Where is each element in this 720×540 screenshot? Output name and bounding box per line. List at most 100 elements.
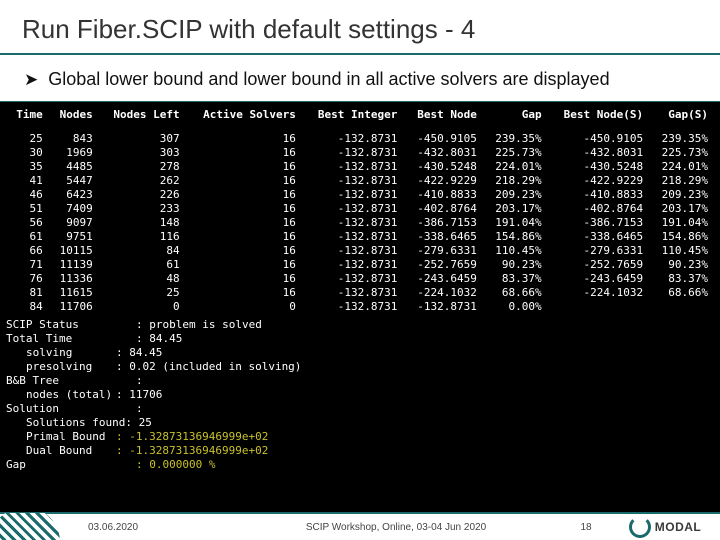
table-cell: 16: [186, 272, 302, 286]
table-cell: 0: [186, 300, 302, 314]
table-cell: -430.5248: [548, 160, 650, 174]
status-line: Primal Bound: -1.32873136946999e+02: [6, 430, 714, 444]
table-cell: 116: [99, 230, 186, 244]
col-header: Time: [6, 106, 49, 132]
table-row: 81116152516-132.8731-224.103268.66%-224.…: [6, 286, 714, 300]
col-header: Gap(S): [649, 106, 714, 132]
table-cell: 61: [6, 230, 49, 244]
status-value: : -1.32873136946999e+02: [116, 430, 268, 444]
status-line: solving: 84.45: [6, 346, 714, 360]
table-cell: 0.00%: [483, 300, 548, 314]
table-cell: 9751: [49, 230, 99, 244]
table-cell: 110.45%: [483, 244, 548, 258]
table-cell: 35: [6, 160, 49, 174]
table-cell: -132.8731: [302, 146, 404, 160]
table-row: 71111396116-132.8731-252.765990.23%-252.…: [6, 258, 714, 272]
table-cell: 76: [6, 272, 49, 286]
bullet-text: Global lower bound and lower bound in al…: [48, 69, 609, 90]
table-cell: 11336: [49, 272, 99, 286]
table-cell: 203.17%: [483, 202, 548, 216]
status-value: :: [136, 374, 143, 388]
table-cell: 191.04%: [649, 216, 714, 230]
table-cell: -224.1032: [548, 286, 650, 300]
table-cell: 90.23%: [483, 258, 548, 272]
table-cell: -410.8833: [548, 188, 650, 202]
table-cell: 10115: [49, 244, 99, 258]
table-cell: -243.6459: [548, 272, 650, 286]
col-header: Best Node(S): [548, 106, 650, 132]
status-key: SCIP Status: [6, 318, 136, 332]
table-cell: 61: [99, 258, 186, 272]
table-cell: -132.8731: [302, 174, 404, 188]
table-cell: -338.6465: [548, 230, 650, 244]
table-cell: 16: [186, 286, 302, 300]
table-cell: -132.8731: [403, 300, 482, 314]
status-line: presolving: 0.02 (included in solving): [6, 360, 714, 374]
table-cell: 154.86%: [483, 230, 548, 244]
logo-text: MODAL: [655, 520, 702, 534]
table-cell: 83.37%: [649, 272, 714, 286]
status-key: Dual Bound: [6, 444, 116, 458]
footer: 03.06.2020 SCIP Workshop, Online, 03-04 …: [0, 512, 720, 540]
table-cell: 48: [99, 272, 186, 286]
table-cell: 224.01%: [483, 160, 548, 174]
table-cell: 11139: [49, 258, 99, 272]
table-cell: 1969: [49, 146, 99, 160]
table-cell: 843: [49, 132, 99, 146]
status-value: : 0.02 (included in solving): [116, 360, 301, 374]
table-cell: 90.23%: [649, 258, 714, 272]
table-cell: -132.8731: [302, 300, 404, 314]
bullet-arrow-icon: ➤: [24, 69, 38, 91]
table-cell: -386.7153: [403, 216, 482, 230]
table-cell: -132.8731: [302, 244, 404, 258]
table-cell: 0: [99, 300, 186, 314]
table-row: 76113364816-132.8731-243.645983.37%-243.…: [6, 272, 714, 286]
table-cell: -279.6331: [548, 244, 650, 258]
status-key: presolving: [6, 360, 116, 374]
table-cell: 226: [99, 188, 186, 202]
table-cell: 307: [99, 132, 186, 146]
table-cell: 225.73%: [649, 146, 714, 160]
table-cell: 66: [6, 244, 49, 258]
footer-date: 03.06.2020: [80, 522, 230, 533]
table-cell: -430.5248: [403, 160, 482, 174]
footer-event: SCIP Workshop, Online, 03-04 Jun 2020: [230, 522, 562, 533]
table-cell: 16: [186, 244, 302, 258]
table-cell: -132.8731: [302, 286, 404, 300]
table-cell: -422.9229: [548, 174, 650, 188]
table-cell: 46: [6, 188, 49, 202]
table-cell: [649, 300, 714, 314]
table-cell: 16: [186, 202, 302, 216]
status-value: : 0.000000 %: [136, 458, 215, 472]
slide-title: Run Fiber.SCIP with default settings - 4: [0, 0, 720, 55]
table-cell: 81: [6, 286, 49, 300]
table-cell: -252.7659: [548, 258, 650, 272]
table-cell: -252.7659: [403, 258, 482, 272]
table-cell: 203.17%: [649, 202, 714, 216]
table-cell: 148: [99, 216, 186, 230]
table-cell: 56: [6, 216, 49, 230]
table-cell: 11706: [49, 300, 99, 314]
status-key: Primal Bound: [6, 430, 116, 444]
table-cell: 209.23%: [483, 188, 548, 202]
footer-logo: MODAL: [610, 516, 720, 538]
col-header: Gap: [483, 106, 548, 132]
table-cell: -132.8731: [302, 230, 404, 244]
table-cell: 303: [99, 146, 186, 160]
terminal-output: TimeNodesNodes LeftActive SolversBest In…: [0, 102, 720, 540]
table-cell: 16: [186, 230, 302, 244]
table-row: 2584330716-132.8731-450.9105239.35%-450.…: [6, 132, 714, 146]
table-cell: -132.8731: [302, 258, 404, 272]
slide: Run Fiber.SCIP with default settings - 4…: [0, 0, 720, 540]
table-cell: 239.35%: [483, 132, 548, 146]
table-cell: -422.9229: [403, 174, 482, 188]
table-cell: -132.8731: [302, 132, 404, 146]
table-cell: 7409: [49, 202, 99, 216]
table-cell: -432.8031: [548, 146, 650, 160]
bullet-row: ➤ Global lower bound and lower bound in …: [0, 55, 720, 102]
table-cell: -402.8764: [548, 202, 650, 216]
table-cell: 278: [99, 160, 186, 174]
table-cell: 16: [186, 258, 302, 272]
status-block: SCIP Status: problem is solvedTotal Time…: [6, 314, 714, 472]
status-key: nodes (total): [6, 388, 116, 402]
